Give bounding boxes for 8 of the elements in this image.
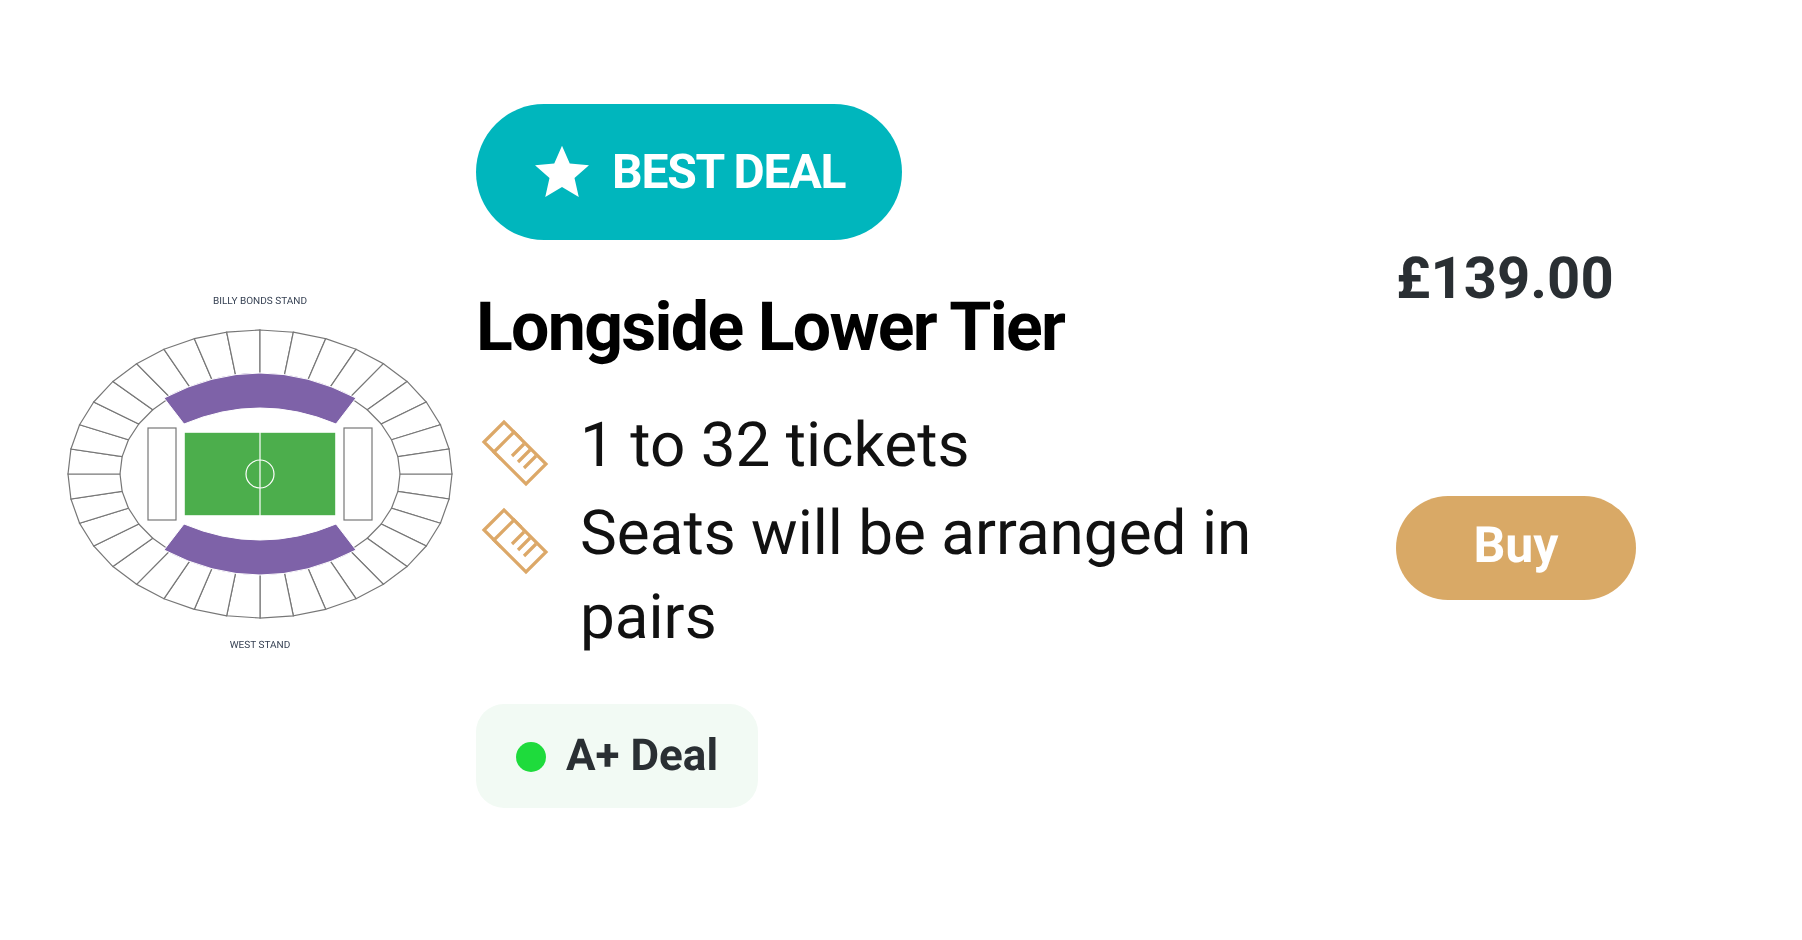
section-title: Longside Lower Tier <box>476 286 1065 372</box>
buy-button[interactable]: Buy <box>1396 496 1636 600</box>
feature-text: 1 to 32 tickets <box>580 406 972 486</box>
price: £139.00 <box>1396 244 1614 318</box>
star-icon <box>532 142 592 202</box>
badge-label: BEST DEAL <box>612 142 846 204</box>
rating-label: A+ Deal <box>566 729 719 785</box>
feature-text: Seats will be arranged in pairs <box>580 494 1254 658</box>
